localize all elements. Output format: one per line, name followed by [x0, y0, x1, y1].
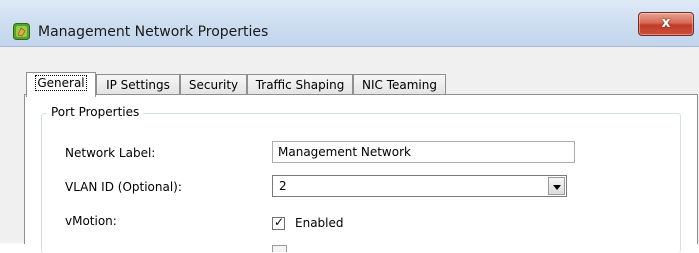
partial-checkbox[interactable] [272, 245, 287, 252]
window-title: Management Network Properties [38, 24, 269, 40]
vmotion-enabled-label[interactable]: Enabled [295, 216, 344, 230]
tab-general-label: General [35, 75, 87, 91]
tab-panel-general: Port Properties Network Label: Managemen… [24, 94, 698, 253]
close-button[interactable]: x [638, 12, 694, 36]
vmotion-enabled-checkbox[interactable]: ✓ [272, 215, 285, 230]
title-bar[interactable]: Management Network Properties x [0, 0, 699, 47]
tab-general[interactable]: General [26, 72, 96, 97]
tab-traffic-shaping[interactable]: Traffic Shaping [247, 74, 353, 95]
network-label-input[interactable]: Management Network [272, 141, 575, 163]
vmotion-label: vMotion: [65, 214, 117, 228]
vlan-id-label: VLAN ID (Optional): [65, 180, 182, 194]
chevron-down-icon[interactable] [548, 177, 565, 195]
tab-traffic-shaping-label: Traffic Shaping [255, 78, 345, 92]
port-properties-legend: Port Properties [47, 105, 144, 119]
tab-nic-teaming-label: NIC Teaming [362, 78, 437, 92]
tab-ip-settings-label: IP Settings [106, 78, 170, 92]
dialog-body: General IP Settings Security Traffic Sha… [8, 48, 699, 253]
tab-nic-teaming[interactable]: NIC Teaming [353, 74, 446, 95]
tab-security-label: Security [188, 78, 239, 92]
vlan-id-value: 2 [279, 179, 287, 193]
checkmark-icon: ✓ [274, 215, 285, 229]
tab-security[interactable]: Security [180, 74, 247, 95]
dialog-window: Management Network Properties x General … [0, 0, 699, 253]
vsphere-app-icon [13, 23, 30, 40]
close-icon: x [661, 15, 671, 31]
vlan-id-combobox[interactable]: 2 [272, 175, 567, 197]
network-label-label: Network Label: [65, 146, 156, 160]
tab-ip-settings[interactable]: IP Settings [96, 74, 180, 95]
